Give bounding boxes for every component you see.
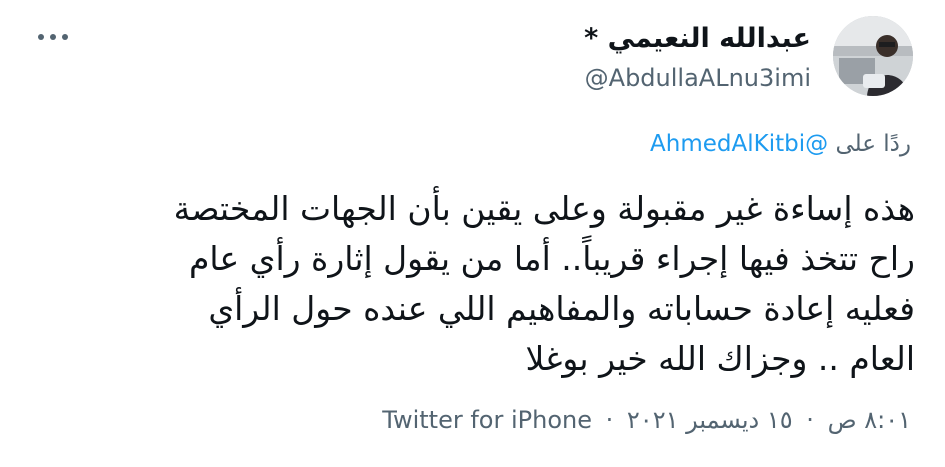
meta-separator: · bbox=[605, 406, 614, 434]
more-horizontal-icon bbox=[38, 34, 44, 40]
tweet-text: هذه إساءة غير مقبولة وعلى يقين بأن الجها… bbox=[173, 189, 915, 378]
tweet-source[interactable]: Twitter for iPhone bbox=[382, 406, 592, 434]
tweet: عبدالله النعيمي * @AbdullaALnu3imi ردًا … bbox=[0, 0, 945, 467]
more-options-button[interactable] bbox=[38, 30, 68, 44]
avatar[interactable] bbox=[833, 16, 913, 96]
author-display-name[interactable]: عبدالله النعيمي * bbox=[584, 22, 811, 56]
reply-mention-link[interactable]: @AhmedAlKitbi bbox=[650, 131, 828, 157]
meta-separator: · bbox=[806, 406, 814, 434]
tweet-time[interactable]: ٨:٠١ ص bbox=[828, 406, 911, 434]
tweet-author: عبدالله النعيمي * @AbdullaALnu3imi bbox=[584, 22, 811, 94]
avatar-image bbox=[833, 16, 913, 96]
more-horizontal-icon-dot bbox=[50, 34, 56, 40]
reply-prefix: ردًا على bbox=[835, 131, 911, 157]
tweet-meta: ٨:٠١ ص · ١٥ ديسمبر ٢٠٢١ · Twitter for iP… bbox=[382, 404, 911, 436]
reply-context: ردًا على @AhmedAlKitbi bbox=[650, 128, 911, 160]
more-horizontal-icon-dot bbox=[62, 34, 68, 40]
author-handle[interactable]: @AbdullaALnu3imi bbox=[584, 62, 811, 94]
tweet-date[interactable]: ١٥ ديسمبر ٢٠٢١ bbox=[627, 406, 793, 434]
